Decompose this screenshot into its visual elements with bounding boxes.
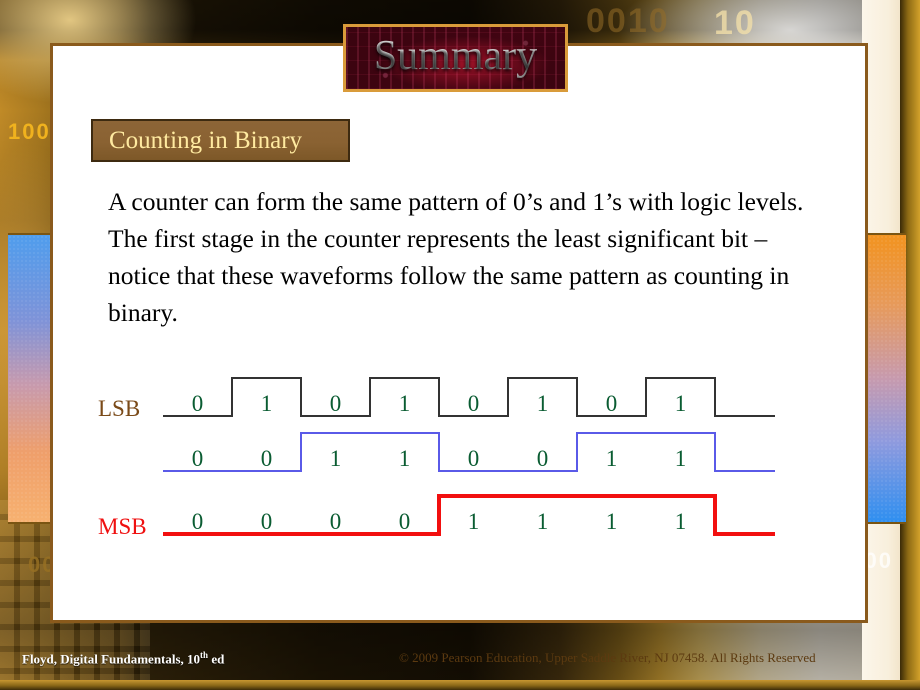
footer-rule [0,680,920,690]
waveform-bit: 0 [329,391,342,416]
footer-copyright: © 2009 Pearson Education, Upper Saddle R… [399,650,816,665]
slide-title-banner: Summary [343,24,568,92]
background-digit-10: 10 [714,4,756,42]
waveform-bit: 1 [398,391,411,416]
waveform-bit: 1 [398,446,411,471]
section-header-box: Counting in Binary [91,119,350,162]
waveform-bit: 0 [467,391,480,416]
waveform-bit: 0 [398,509,411,534]
waveform-bit: 1 [536,391,549,416]
background-digit-0010: 0010 [586,2,670,40]
waveform-bit: 0 [260,509,273,534]
waveform-bit: 0 [536,446,549,471]
waveform-bit: 0 [467,446,480,471]
waveform-bit: 1 [260,391,273,416]
presentation-slide: 0010 10 100 00 0100 Summary Counting in … [0,0,920,690]
waveform-bit: 0 [191,391,204,416]
waveform-row-msb: MSB 0 0 0 0 1 1 1 1 [90,486,810,546]
waveform-bit: 1 [467,509,480,534]
timing-diagram: LSB 0 1 0 1 0 1 0 1 0 0 1 1 0 0 1 1 MSB 0 0 0 0 1 1 1 1 [90,368,810,558]
decorative-gradient-panel-left [8,233,54,524]
waveform-bit: 0 [191,509,204,534]
waveform-bit: 1 [674,446,687,471]
waveform-bit: 0 [260,446,273,471]
waveform-bit: 1 [605,509,618,534]
waveform-bit: 1 [674,509,687,534]
footer-attribution: Floyd, Digital Fundamentals, 10th ed [22,650,224,667]
waveform-bit: 1 [536,509,549,534]
body-paragraph: A counter can form the same pattern of 0… [108,187,804,327]
footer-attribution-ordinal: th [200,650,209,660]
section-header-label: Counting in Binary [109,126,303,154]
background-digit-100: 100 [8,119,51,144]
waveform-bit: 0 [191,446,204,471]
waveform-bit: 1 [329,446,342,471]
waveform-bit: 0 [329,509,342,534]
waveform-bit: 0 [605,391,618,416]
waveform-bit: 1 [674,391,687,416]
footer-attribution-suffix: ed [208,651,225,667]
decorative-gradient-panel-right [868,233,906,524]
waveform-bit: 1 [605,446,618,471]
page-title: Summary [346,27,565,89]
footer-attribution-prefix: Floyd, Digital Fundamentals, 10 [22,651,201,667]
slide-footer: Floyd, Digital Fundamentals, 10th ed © 2… [0,645,920,677]
waveform-row-lsb: LSB 0 1 0 1 0 1 0 1 [90,368,810,428]
waveform-row-middle: 0 0 1 1 0 0 1 1 [90,423,810,483]
